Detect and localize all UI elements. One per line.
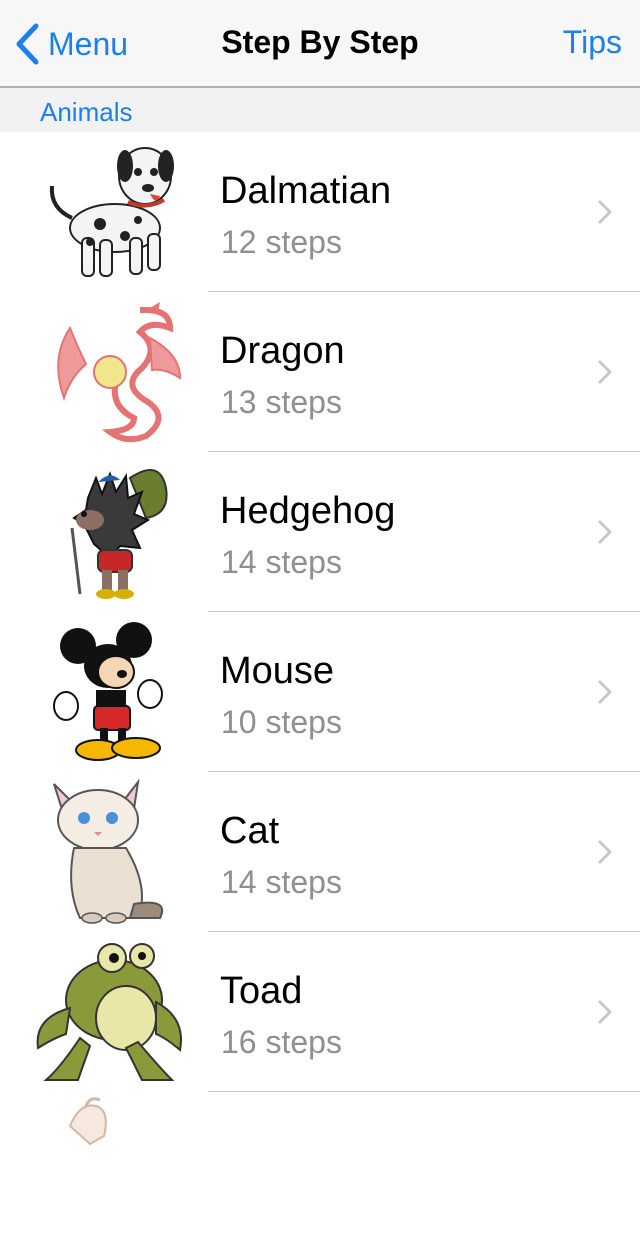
mouse-icon	[53, 622, 163, 761]
item-title: Toad	[220, 970, 303, 1012]
item-steps: 14 steps	[221, 544, 342, 580]
chevron-right-icon	[598, 1000, 612, 1024]
item-title: Mouse	[220, 650, 335, 692]
item-title: Cat	[220, 810, 280, 852]
cat-icon	[53, 778, 164, 924]
page-title: Step By Step	[221, 24, 419, 60]
list-item-toad[interactable]: Toad 16 steps	[0, 932, 640, 1092]
list-item-cat[interactable]: Cat 14 steps	[0, 772, 640, 932]
section-header: Animals	[0, 88, 640, 132]
hedgehog-icon	[70, 469, 168, 599]
toad-icon	[36, 943, 182, 1081]
item-title: Dragon	[220, 330, 345, 372]
tips-button[interactable]: Tips	[563, 24, 622, 61]
chevron-right-icon	[598, 200, 612, 224]
chevron-right-icon	[598, 520, 612, 544]
list-item-dragon[interactable]: Dragon 13 steps	[0, 292, 640, 452]
list-item-mouse[interactable]: Mouse 10 steps	[0, 612, 640, 772]
item-steps: 16 steps	[221, 1024, 342, 1060]
item-steps: 13 steps	[221, 384, 342, 420]
chevron-right-icon	[598, 360, 612, 384]
item-steps: 12 steps	[221, 224, 342, 260]
item-title: Hedgehog	[220, 490, 396, 532]
section-title: Animals	[40, 97, 133, 127]
dragon-icon	[57, 302, 182, 443]
item-title: Dalmatian	[220, 170, 392, 212]
horse-icon	[68, 1097, 107, 1146]
list-item-hedgehog[interactable]: Hedgehog 14 steps	[0, 452, 640, 612]
list-item-partial[interactable]	[0, 1092, 640, 1152]
item-steps: 14 steps	[221, 864, 342, 900]
chevron-right-icon	[598, 680, 612, 704]
list-item-dalmatian[interactable]: Dalmatian 12 steps	[0, 132, 640, 292]
animal-list: Dalmatian 12 steps Dragon 13 steps Hedge…	[0, 132, 640, 1152]
item-steps: 10 steps	[221, 704, 342, 740]
navigation-bar: Menu Step By Step Tips	[0, 0, 640, 88]
chevron-right-icon	[598, 840, 612, 864]
dalmatian-icon	[49, 147, 174, 277]
